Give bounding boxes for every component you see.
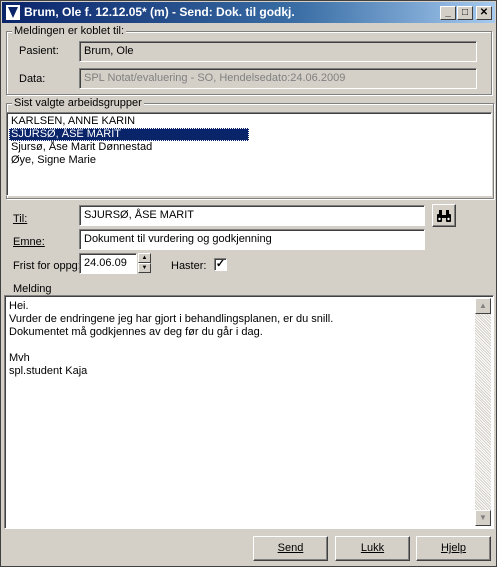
list-item[interactable]: KARLSEN, ANNE KARIN — [9, 115, 491, 128]
binoculars-icon — [437, 210, 451, 222]
scroll-down-arrow-icon[interactable]: ▼ — [475, 510, 491, 526]
patient-field: Brum, Ole — [79, 41, 477, 62]
recent-groups-legend: Sist valgte arbeidsgrupper — [12, 97, 144, 109]
message-textarea[interactable]: Hei. Vurder de endringene jeg har gjort … — [4, 295, 494, 529]
message-label: Melding — [13, 283, 52, 295]
subject-label: Emne: — [13, 236, 45, 248]
close-window-button[interactable]: ✕ — [476, 6, 492, 20]
close-button[interactable]: Lukk — [335, 536, 410, 561]
linked-group-legend: Meldingen er koblet til: — [12, 25, 127, 37]
recent-groups-list[interactable]: KARLSEN, ANNE KARIN SJURSØ, ÅSE MARIT Sj… — [6, 112, 492, 196]
deadline-spin-up[interactable]: ▲ — [138, 253, 151, 263]
subject-field[interactable]: Dokument til vurdering og godkjenning — [79, 229, 425, 250]
help-button-label: Hjelp — [440, 542, 467, 554]
deadline-label: Frist for oppg: — [13, 260, 81, 272]
title-bar[interactable]: Brum, Ole f. 12.12.05* (m) - Send: Dok. … — [2, 2, 495, 23]
send-button[interactable]: Send — [253, 536, 328, 561]
to-label: Til: — [13, 213, 28, 225]
window-title: Brum, Ole f. 12.12.05* (m) - Send: Dok. … — [24, 5, 295, 19]
list-item-selected[interactable]: SJURSØ, ÅSE MARIT — [9, 128, 249, 141]
list-item[interactable]: Øye, Signe Marie — [9, 154, 491, 167]
search-recipient-button[interactable] — [432, 204, 456, 227]
maximize-button[interactable]: □ — [457, 6, 473, 20]
send-button-label: Send — [277, 542, 304, 554]
send-dialog-window: Brum, Ole f. 12.12.05* (m) - Send: Dok. … — [0, 0, 497, 567]
list-item[interactable]: Sjursø, Åse Marit Dønnestad — [9, 141, 491, 154]
deadline-spin-down[interactable]: ▼ — [138, 263, 151, 273]
deadline-field[interactable]: 24.06.09 — [79, 253, 137, 274]
message-scrollbar[interactable]: ▲ ▼ — [475, 298, 491, 526]
help-button[interactable]: Hjelp — [416, 536, 491, 561]
message-text[interactable]: Hei. Vurder de endringene jeg har gjort … — [9, 300, 473, 378]
close-button-label: Lukk — [360, 542, 385, 554]
data-label: Data: — [19, 73, 46, 85]
urgent-checkbox[interactable]: ✓ — [214, 258, 227, 271]
minimize-button[interactable]: _ — [440, 6, 456, 20]
patient-label: Pasient: — [19, 45, 59, 57]
scroll-up-arrow-icon[interactable]: ▲ — [475, 298, 491, 314]
urgent-label: Haster: — [171, 260, 207, 272]
to-field[interactable]: SJURSØ, ÅSE MARIT — [79, 205, 425, 226]
app-icon — [6, 5, 20, 20]
data-field: SPL Notat/evaluering - SO, Hendelsedato:… — [79, 68, 477, 89]
